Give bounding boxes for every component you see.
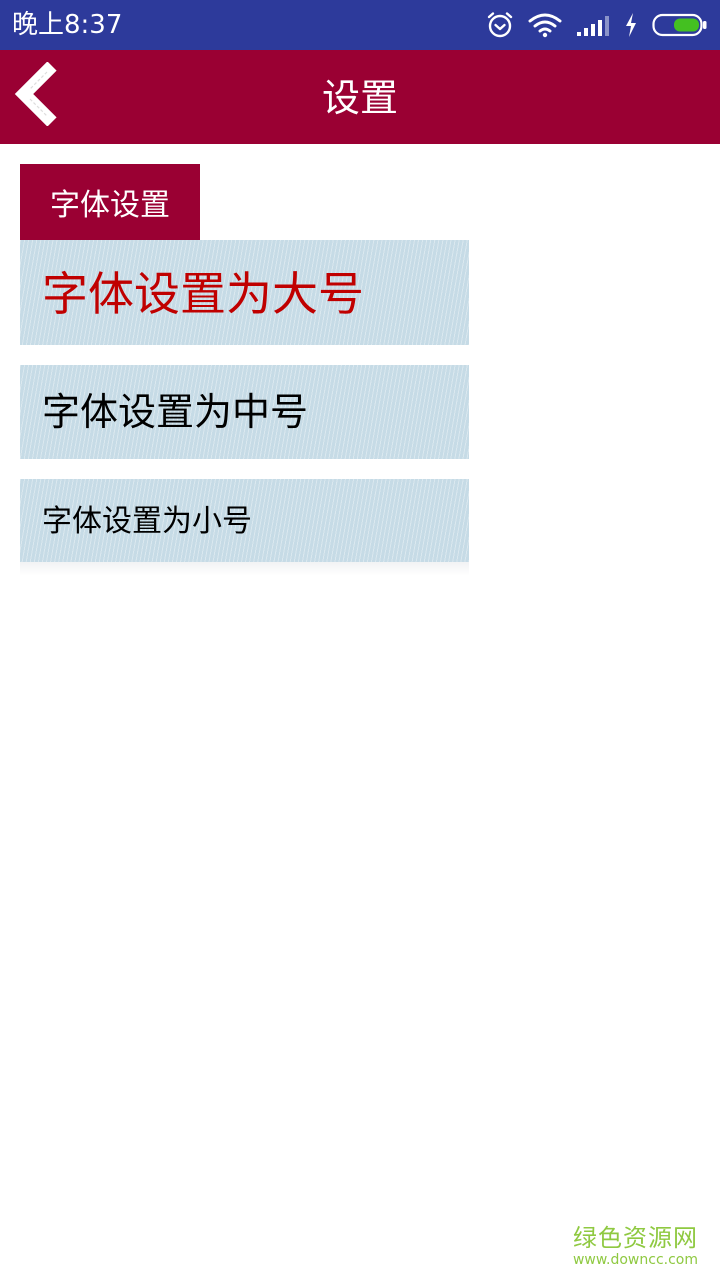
option-font-large[interactable]: 字体设置为大号 [20,240,469,345]
alarm-icon [486,11,514,39]
option-label: 字体设置为小号 [42,504,252,539]
wifi-icon [528,12,562,38]
watermark-url: www.downcc.com [572,1252,698,1268]
option-label: 字体设置为大号 [42,267,364,321]
page-title: 设置 [321,76,398,120]
option-font-small[interactable]: 字体设置为小号 [20,479,469,562]
status-icons [486,10,708,40]
title-bar: 设置 [0,50,720,144]
section-tab-font-settings: 字体设置 [20,164,200,240]
watermark: 绿色资源网 www.downcc.com [573,1224,698,1268]
signal-icon [576,13,610,37]
option-label: 字体设置为中号 [42,390,309,434]
battery-icon [652,13,708,37]
watermark-text: 绿色资源网 [572,1224,698,1252]
charging-icon [624,12,638,38]
status-time: 晚上8:37 [12,10,123,40]
list-divider [20,562,469,576]
option-font-medium[interactable]: 字体设置为中号 [20,365,469,459]
status-bar: 晚上8:37 [0,0,720,50]
